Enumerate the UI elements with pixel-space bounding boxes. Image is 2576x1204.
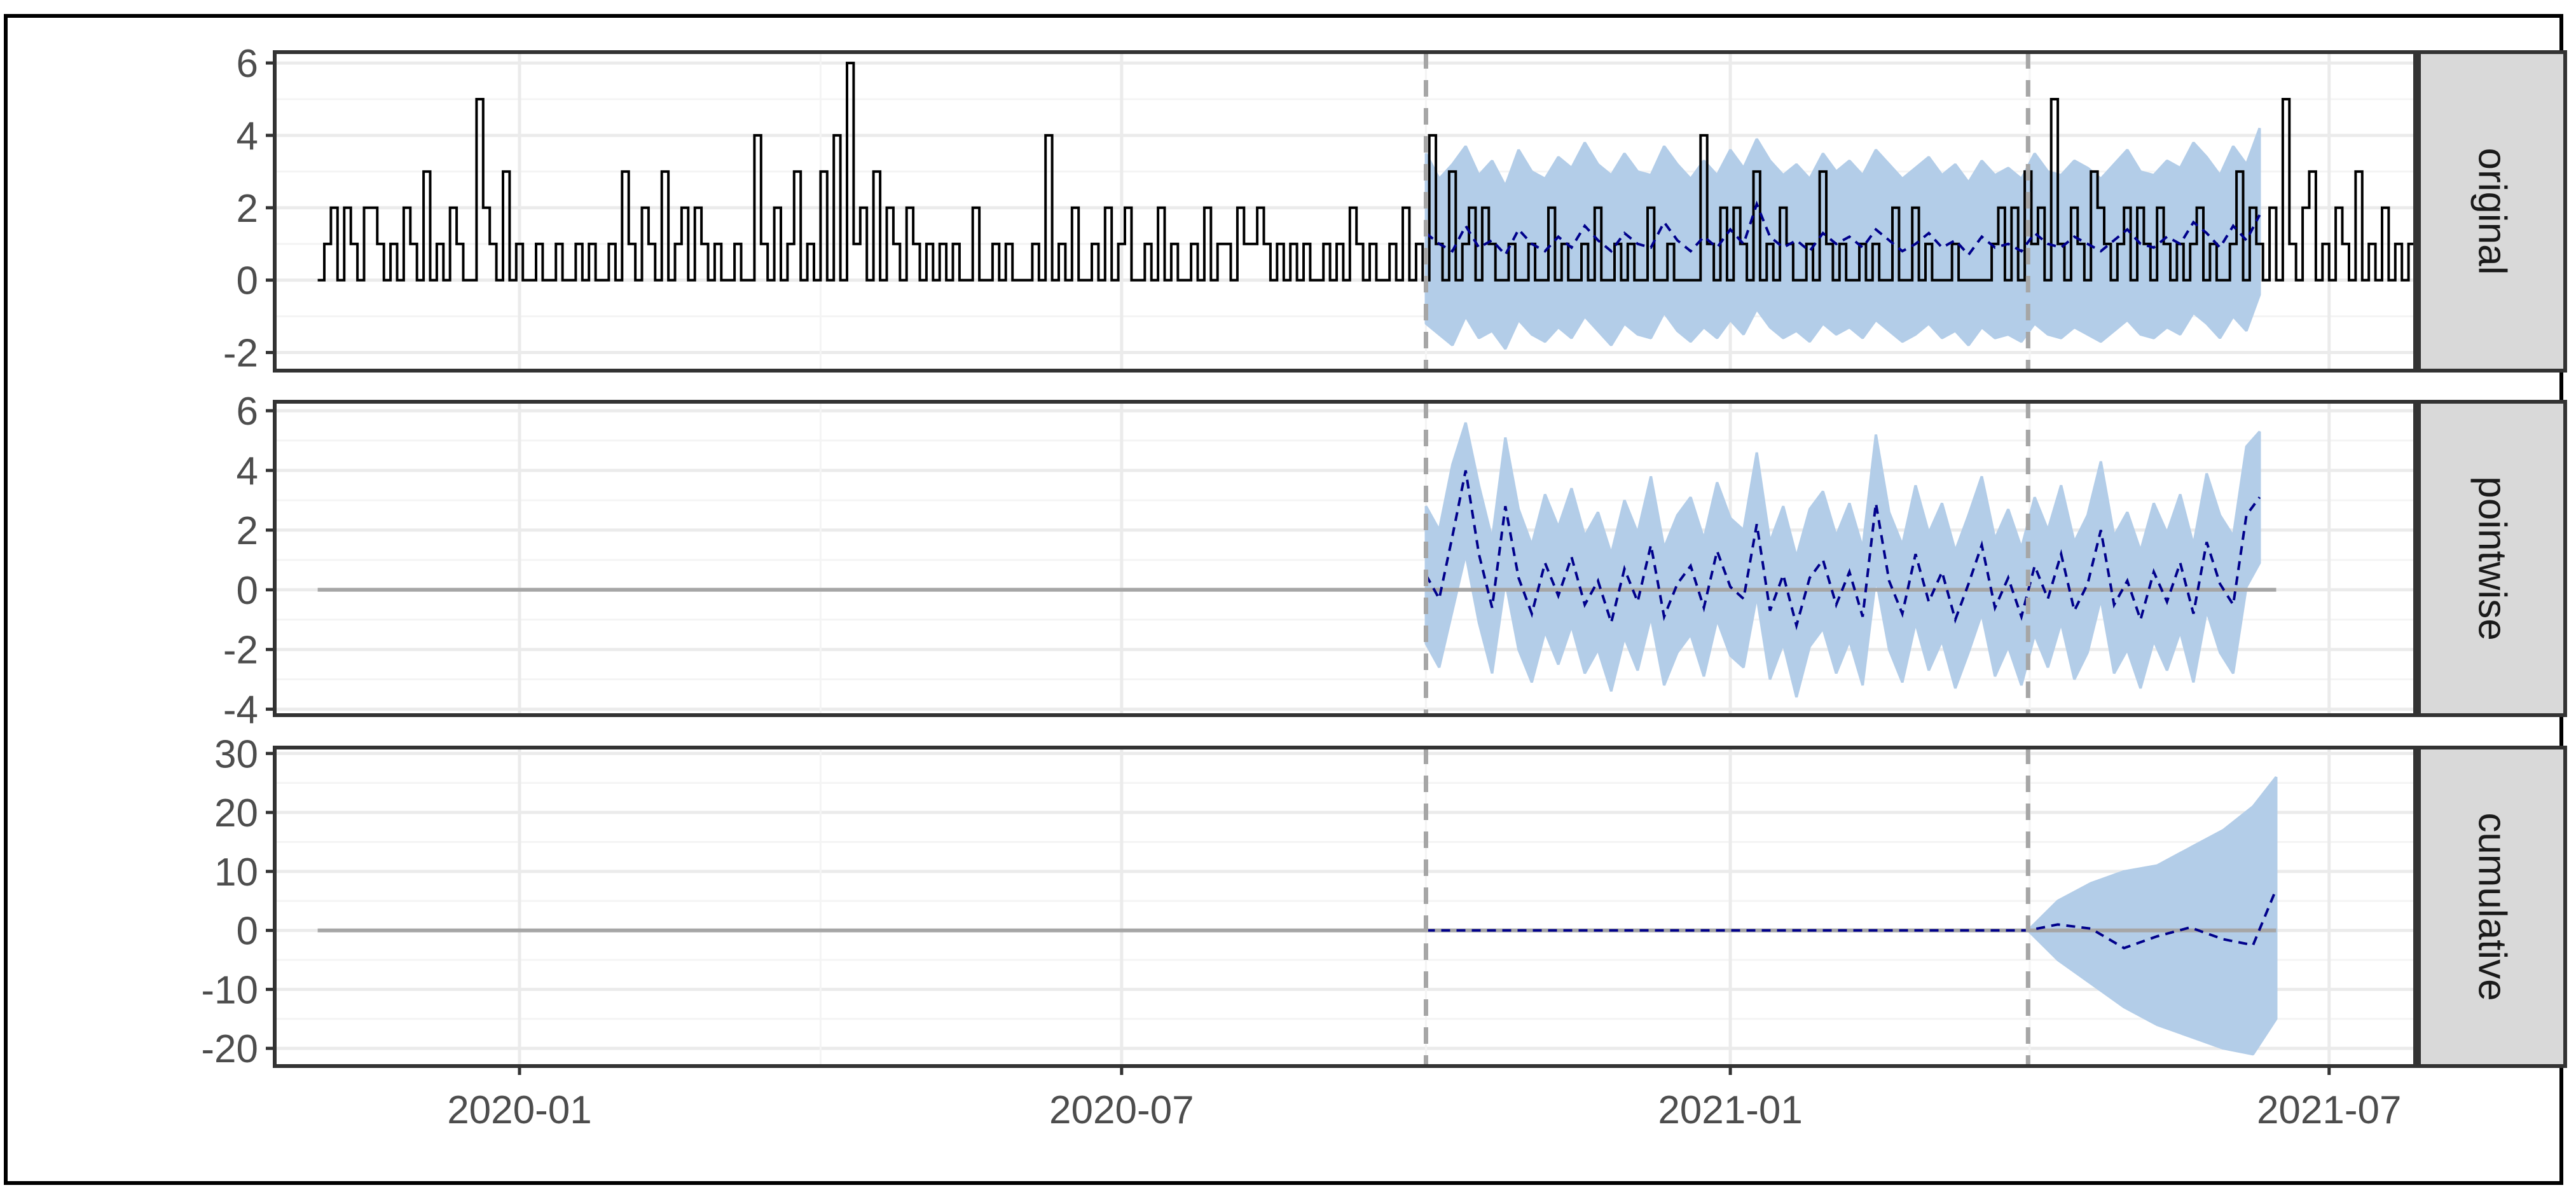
y-tick-label: 6: [237, 390, 258, 434]
x-tick-label: 2020-01: [447, 1088, 592, 1132]
y-tick-label: -2: [223, 332, 258, 376]
chart: 6420-2 original 6420-2-4 pointwise 30201…: [201, 42, 2567, 1132]
y-tick-label: 2: [237, 509, 258, 553]
y-tick-label: -20: [201, 1027, 258, 1071]
panel-original-y-axis: 6 4 2 0 -2: [223, 42, 275, 376]
strip-label-original: original: [2470, 148, 2514, 275]
x-axis: 2020-01 2020-07 2021-01 2021-07: [447, 1066, 2402, 1132]
x-tick-label: 2020-07: [1049, 1088, 1194, 1132]
panel-original: 6 4 2 0 -2 original: [223, 42, 2567, 376]
strip-label-cumulative: cumulative: [2470, 812, 2514, 1001]
y-tick-label: 6: [237, 42, 258, 86]
y-tick-label: -2: [223, 629, 258, 673]
y-tick-label: 4: [237, 449, 258, 493]
y-tick-label: 20: [214, 791, 258, 835]
y-tick-label: 2: [237, 187, 258, 231]
panel-cumulative-y-axis: 30 20 10 0 -10 -20: [201, 732, 275, 1071]
x-tick-label: 2021-01: [1658, 1088, 1803, 1132]
y-tick-label: 0: [237, 910, 258, 954]
y-tick-label: 30: [214, 732, 258, 776]
x-tick-label: 2021-07: [2257, 1088, 2402, 1132]
y-tick-label: 0: [237, 259, 258, 303]
y-tick-label: 10: [214, 851, 258, 894]
panel-cumulative: 30 20 10 0 -10 -20 cumulative: [201, 732, 2567, 1071]
y-tick-label: 4: [237, 114, 258, 158]
panel-pointwise-y-axis: 6 4 2 0 -2 -4: [223, 390, 275, 732]
y-tick-label: -10: [201, 968, 258, 1012]
strip-label-pointwise: pointwise: [2470, 476, 2514, 640]
y-tick-label: 0: [237, 569, 258, 613]
y-tick-label: -4: [223, 688, 258, 732]
panel-pointwise: 6 4 2 0 -2 -4 pointwise: [223, 390, 2567, 732]
